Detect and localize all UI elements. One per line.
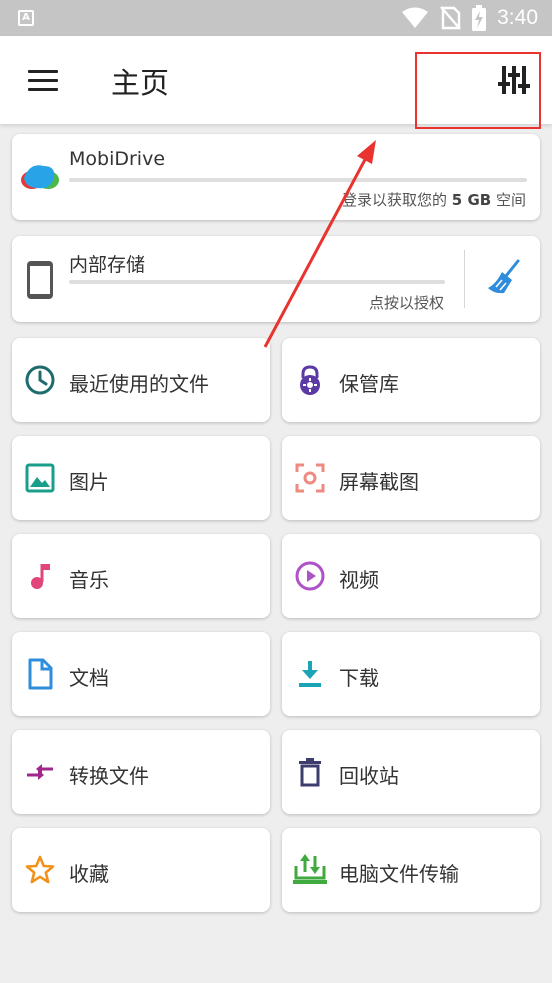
pc-transfer-icon xyxy=(293,854,327,884)
mobidrive-progress-bar xyxy=(69,178,527,182)
tile-videos[interactable]: 视频 xyxy=(282,534,540,618)
internal-storage-subtitle: 点按以授权 xyxy=(368,294,444,312)
tile-label: 屏幕截图 xyxy=(339,470,419,494)
menu-line xyxy=(28,88,58,91)
annotation-highlight-box xyxy=(415,52,541,129)
star-icon xyxy=(25,855,55,884)
menu-line xyxy=(28,79,58,82)
tile-downloads[interactable]: 下载 xyxy=(282,632,540,716)
mobidrive-subtitle: 登录以获取您的 5 GB 空间 xyxy=(342,189,526,210)
screenshot-icon xyxy=(295,463,325,493)
tile-label: 文档 xyxy=(69,666,109,690)
mobidrive-subtitle-bold: 5 GB xyxy=(451,191,492,209)
hamburger-menu-icon xyxy=(28,70,58,73)
clock-time: 3:40 xyxy=(497,6,538,29)
tile-vault[interactable]: 保管库 xyxy=(282,338,540,422)
mobidrive-card[interactable]: MobiDrive 登录以获取您的 5 GB 空间 xyxy=(12,134,540,220)
internal-storage-progress-bar xyxy=(69,280,445,284)
internal-storage-name: 内部存储 xyxy=(69,254,146,276)
tile-label: 图片 xyxy=(69,470,109,494)
status-bar: A 3:40 xyxy=(0,0,552,36)
tile-label: 音乐 xyxy=(69,568,109,592)
tile-label: 下载 xyxy=(339,666,379,690)
notification-icon: A xyxy=(18,10,34,26)
broom-clean-icon[interactable] xyxy=(484,258,524,298)
menu-button[interactable] xyxy=(28,70,58,92)
mobidrive-logo xyxy=(21,165,59,189)
divider xyxy=(464,250,465,308)
clock-icon xyxy=(25,365,55,395)
mobidrive-subtitle-prefix: 登录以获取您的 xyxy=(342,191,448,209)
tile-label: 回收站 xyxy=(339,764,399,788)
internal-storage-card[interactable]: 内部存储 点按以授权 xyxy=(12,236,540,322)
trash-icon xyxy=(299,758,321,787)
tile-label: 最近使用的文件 xyxy=(69,372,209,396)
page-title: 主页 xyxy=(111,66,170,100)
no-sim-icon xyxy=(440,6,462,30)
play-circle-icon xyxy=(295,561,325,591)
tile-label: 收藏 xyxy=(69,862,109,886)
music-note-icon xyxy=(31,564,50,589)
tile-pictures[interactable]: 图片 xyxy=(12,436,270,520)
battery-charging-icon xyxy=(472,5,487,31)
tile-screenshots[interactable]: 屏幕截图 xyxy=(282,436,540,520)
tile-label: 保管库 xyxy=(339,372,399,396)
tile-label: 视频 xyxy=(339,568,379,592)
tile-label: 电脑文件传输 xyxy=(339,862,459,886)
download-icon xyxy=(299,661,321,687)
mobidrive-subtitle-suffix: 空间 xyxy=(495,191,526,209)
convert-arrows-icon xyxy=(27,764,53,780)
tile-recycle-bin[interactable]: 回收站 xyxy=(282,730,540,814)
tile-music[interactable]: 音乐 xyxy=(12,534,270,618)
phone-icon xyxy=(27,261,53,299)
mobidrive-name: MobiDrive xyxy=(69,148,166,170)
tile-convert-files[interactable]: 转换文件 xyxy=(12,730,270,814)
tile-pc-file-transfer[interactable]: 电脑文件传输 xyxy=(282,828,540,912)
tile-label: 转换文件 xyxy=(69,764,149,788)
image-icon xyxy=(25,463,55,493)
document-icon xyxy=(28,658,53,690)
tile-documents[interactable]: 文档 xyxy=(12,632,270,716)
lock-icon xyxy=(300,365,320,395)
tile-recent-files[interactable]: 最近使用的文件 xyxy=(12,338,270,422)
tile-favorites[interactable]: 收藏 xyxy=(12,828,270,912)
wifi-icon xyxy=(402,7,429,28)
